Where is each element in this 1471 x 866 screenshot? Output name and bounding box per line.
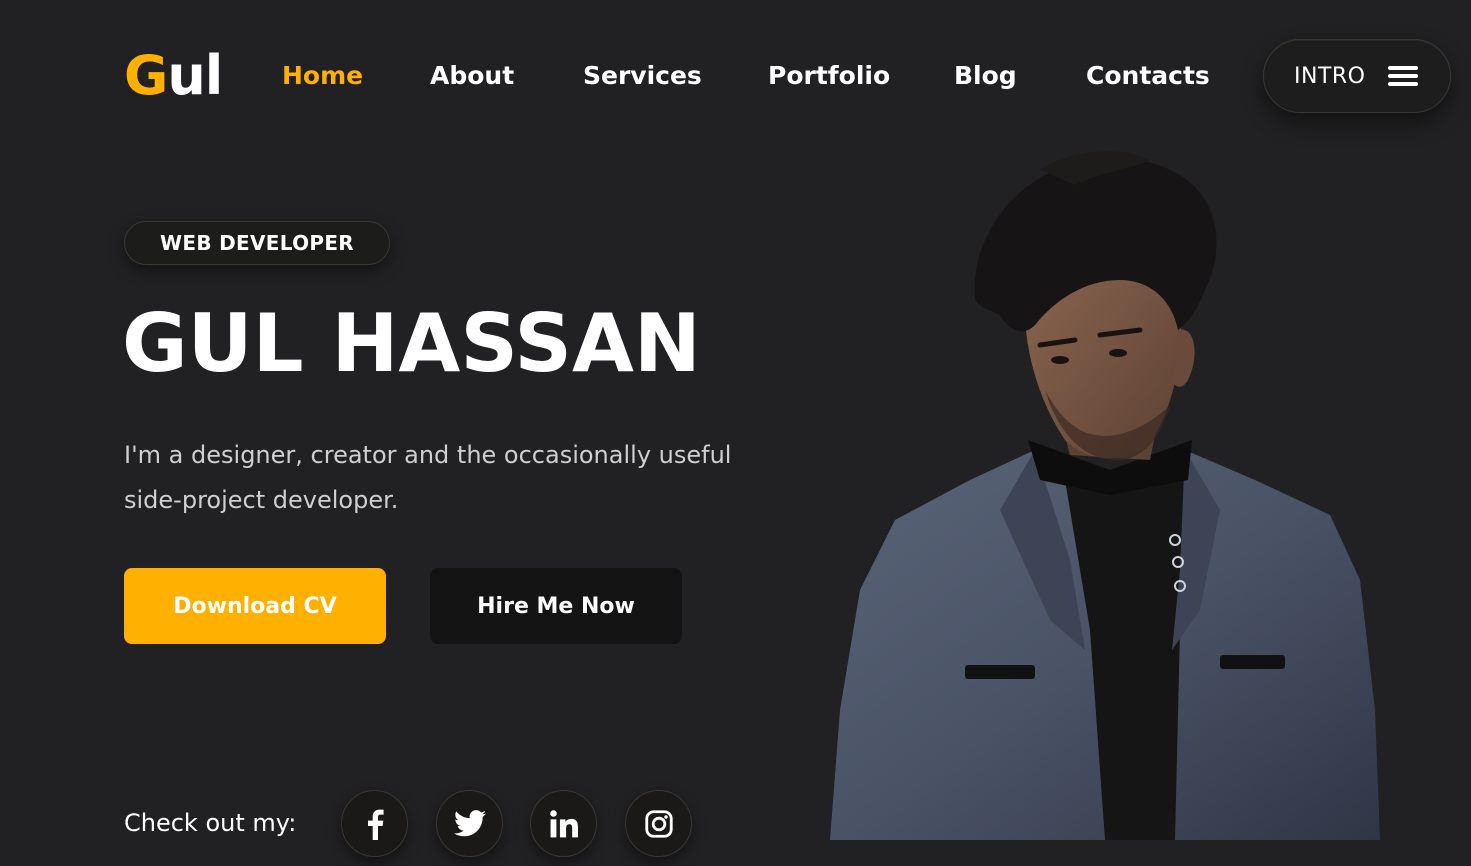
facebook-link[interactable] bbox=[341, 790, 408, 857]
nav-item-about[interactable]: About bbox=[430, 58, 514, 94]
hero-description: I'm a designer, creator and the occasion… bbox=[124, 441, 732, 514]
twitter-icon bbox=[453, 810, 486, 837]
nav-item-blog[interactable]: Blog bbox=[954, 58, 1017, 94]
logo-rest: ul bbox=[167, 44, 223, 107]
nav-item-portfolio[interactable]: Portfolio bbox=[768, 58, 890, 94]
twitter-link[interactable] bbox=[436, 790, 503, 857]
person-portrait bbox=[830, 151, 1380, 840]
hire-me-button[interactable]: Hire Me Now bbox=[430, 568, 682, 644]
nav-item-services[interactable]: Services bbox=[583, 58, 702, 94]
page: Gul Home About Services Portfolio Blog C… bbox=[0, 0, 1471, 866]
hamburger-menu-icon bbox=[1387, 66, 1418, 86]
instagram-link[interactable] bbox=[625, 790, 692, 857]
instagram-icon bbox=[644, 809, 673, 838]
logo-initial: G bbox=[124, 44, 168, 107]
social-label: Check out my: bbox=[124, 809, 297, 837]
role-badge: WEB DEVELOPER bbox=[124, 221, 390, 265]
intro-label: INTRO bbox=[1294, 63, 1366, 89]
intro-menu-button[interactable]: INTRO bbox=[1263, 39, 1451, 113]
download-cv-button[interactable]: Download CV bbox=[124, 568, 386, 644]
nav-item-contacts[interactable]: Contacts bbox=[1086, 58, 1210, 94]
linkedin-link[interactable] bbox=[530, 790, 597, 857]
nav-item-home[interactable]: Home bbox=[282, 58, 363, 94]
linkedin-icon bbox=[549, 809, 578, 837]
site-logo[interactable]: Gul bbox=[124, 44, 223, 108]
hero-name: GUL HASSAN bbox=[122, 297, 701, 390]
facebook-icon bbox=[367, 809, 384, 840]
